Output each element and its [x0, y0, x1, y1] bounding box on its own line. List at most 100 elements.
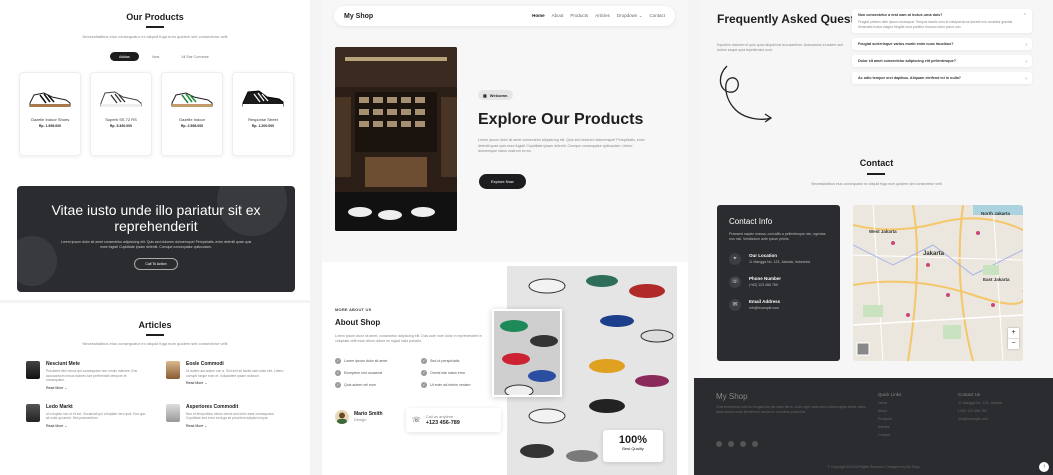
chevron-right-icon[interactable]: ›	[1025, 76, 1027, 82]
footer-contact-item: info@example.com	[958, 417, 989, 421]
read-more-link[interactable]: Read More ⌄	[186, 381, 286, 385]
zoom-out-button[interactable]: −	[1008, 338, 1019, 349]
contact-location: ⌖ Our Location Jl. Mangga No. 123, Jakart…	[729, 253, 828, 265]
articles-title: Articles	[138, 320, 172, 330]
scroll-top-button[interactable]: ↑	[1039, 462, 1049, 472]
feature-item: ✓ Sed ut perspiciatis	[421, 358, 507, 364]
article-title[interactable]: Eosle Commodi	[186, 361, 286, 367]
products-section: Our Products Necessitatibus eius consequ…	[0, 0, 310, 300]
article-item[interactable]: Asperiores Commodit Non et temporibus mi…	[166, 403, 286, 428]
phone-icon: ☏	[729, 276, 741, 288]
phone-value: (+62) 123 456 789	[749, 283, 778, 287]
brand-logo[interactable]: My Shop	[344, 13, 532, 20]
article-title[interactable]: Ledo Markt	[46, 404, 146, 410]
article-item[interactable]: Nesciunt Mete Provident nihil minus qui …	[26, 361, 166, 390]
hero-description: Lorem ipsum dolor sit amet consectetur a…	[478, 138, 645, 153]
faq-question[interactable]: Feugiat scelerisque varius morbi enim nu…	[858, 42, 1026, 46]
footer-link[interactable]: Contact	[878, 433, 901, 437]
faq-item[interactable]: Non consectetur a erat nam at lectus urn…	[852, 9, 1032, 33]
faq-item[interactable]: Ac odio tempor orci dapibus. Aliquam ele…	[852, 72, 1032, 84]
product-card[interactable]: Superb SS 72 RS Rp. 5.490.000	[90, 72, 152, 156]
stat-label: Best Quality	[622, 446, 644, 451]
read-more-link[interactable]: Read More ⌄	[186, 424, 286, 428]
explore-now-button[interactable]: Explore Now	[479, 174, 526, 189]
copyright: © Copyright 2024 All Rights Reserved. De…	[827, 465, 920, 469]
faq-question[interactable]: Dolor sit amet consectetur adipiscing el…	[858, 59, 1026, 63]
article-title[interactable]: Asperiores Commodit	[186, 404, 286, 410]
filter-converse[interactable]: All Star Converse	[172, 52, 217, 61]
faq-item[interactable]: Dolor sit amet consectetur adipiscing el…	[852, 55, 1032, 67]
map-zoom-control: + −	[1008, 328, 1019, 349]
footer-contact-item: Jl. Mangga No. 123, Jakarta	[958, 401, 1002, 405]
navbar: My Shop Home About Products Articles Dro…	[334, 6, 675, 26]
product-name: Gazelle Indoor Shoes	[30, 117, 70, 122]
hero-title: Explore Our Products	[478, 111, 644, 128]
faq-question[interactable]: Non consectetur a erat nam at lectus urn…	[858, 13, 1026, 17]
quality-stat: 100% Best Quality	[603, 430, 663, 462]
footer-contact: Contact Us Jl. Mangga No. 123, Jakarta (…	[958, 392, 1002, 421]
instagram-icon[interactable]	[740, 441, 746, 447]
email-value[interactable]: info@example.com	[749, 306, 780, 310]
nav-products[interactable]: Products	[570, 13, 588, 19]
read-more-link[interactable]: Read More ⌄	[46, 386, 146, 390]
article-item[interactable]: Ledo Markt Id voluptas non ut et est. Oc…	[26, 403, 166, 428]
zoom-in-button[interactable]: +	[1008, 328, 1019, 338]
location-pin-icon: ⌖	[729, 253, 741, 265]
feature-label: Omnis iste natus error	[430, 371, 466, 375]
product-price: Rp. 1.200.000	[251, 124, 275, 128]
decor-circle	[17, 236, 57, 286]
article-excerpt: Non et temporibus minus omnis sed dolor …	[186, 411, 275, 421]
nav-dropdown-label: Dropdown	[616, 13, 638, 18]
product-card[interactable]: Gazelle Indoor Shoes Rp. 1.998.000	[19, 72, 81, 156]
shoe-image	[29, 92, 71, 107]
calendar-icon: ▦	[483, 92, 487, 98]
cta-button[interactable]: Call To Action	[134, 258, 178, 270]
footer-link[interactable]: About	[878, 409, 901, 413]
about-title: About Shop	[335, 318, 381, 327]
nav-contact[interactable]: Contact	[649, 13, 665, 19]
cta-title: Vitae iusto unde illo pariatur sit ex re…	[51, 202, 261, 234]
linkedin-icon[interactable]	[752, 441, 758, 447]
nav-articles[interactable]: Articles	[595, 13, 610, 19]
article-thumbnail	[166, 403, 180, 422]
faq-item[interactable]: Feugiat scelerisque varius morbi enim nu…	[852, 38, 1032, 50]
chevron-right-icon[interactable]: ›	[1025, 59, 1027, 65]
article-title[interactable]: Nesciunt Mete	[46, 361, 146, 367]
chevron-up-icon[interactable]: ⌃	[1023, 13, 1027, 19]
read-more-link[interactable]: Read More ⌄	[46, 424, 146, 428]
chevron-right-icon[interactable]: ›	[1025, 42, 1027, 48]
article-excerpt: Id voluptas non ut et est. Occaecati qui…	[46, 411, 146, 421]
footer-brand[interactable]: My Shop	[716, 392, 748, 401]
faq-list: Non consectetur a erat nam at lectus urn…	[852, 9, 1032, 89]
filter-adidas[interactable]: Adidas	[110, 52, 139, 61]
cta-text: Lorem ipsum dolor sit amet consectetur a…	[60, 240, 252, 249]
twitter-icon[interactable]	[716, 441, 722, 447]
call-box[interactable]: ☏ Call us anytime +123 456-789	[406, 408, 501, 432]
check-icon: ✓	[335, 382, 341, 388]
map-embed[interactable]: North Jakarta West Jakarta Jakarta East …	[853, 205, 1023, 361]
contact-phone: ☏ Phone Number (+62) 123 456 789	[729, 276, 828, 288]
filter-vans[interactable]: Vans	[143, 52, 169, 61]
author-role: Design	[354, 417, 367, 423]
stat-value: 100%	[618, 434, 648, 446]
footer-link[interactable]: Articles	[878, 425, 901, 429]
map-label: East Jakarta	[983, 277, 1010, 282]
read-more-label: Read More	[186, 381, 204, 385]
product-card[interactable]: Response Street Rp. 1.200.000	[232, 72, 294, 156]
faq-question[interactable]: Ac odio tempor orci dapibus. Aliquam ele…	[858, 76, 1026, 80]
product-filters: Adidas Vans All Star Converse	[110, 52, 218, 61]
footer-link[interactable]: Home	[878, 401, 901, 405]
nav-home[interactable]: Home	[532, 13, 545, 19]
article-item[interactable]: Eosle Commodi Ut autem aut autem non a. …	[166, 361, 286, 390]
product-price: Rp. 2.598.000	[180, 124, 204, 128]
contact-info-title: Contact Info	[729, 217, 773, 226]
map-label: West Jakarta	[869, 229, 897, 234]
footer-link[interactable]: Products	[878, 417, 901, 421]
map-label: North Jakarta	[981, 211, 1011, 216]
facebook-icon[interactable]	[728, 441, 734, 447]
shoe-image	[100, 91, 142, 107]
nav-about[interactable]: About	[552, 13, 564, 19]
location-label: Our Location	[749, 253, 777, 258]
nav-dropdown[interactable]: Dropdown ⌄	[617, 13, 643, 19]
product-card[interactable]: Gazelle Indoor Rp. 2.598.000	[161, 72, 223, 156]
